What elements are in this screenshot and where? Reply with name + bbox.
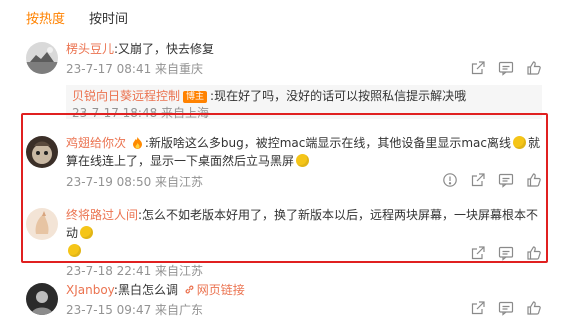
fire-icon <box>132 136 143 149</box>
avatar[interactable] <box>26 283 58 315</box>
comment-icon[interactable] <box>498 172 514 188</box>
comment-item: 终将路过人间:怎么不如老版本好用了，换了新版本以后，远程两块屏幕，一块屏幕根本不… <box>26 206 542 278</box>
comment-item: 鸡翅给你次 :新版啥这么多bug，被控mac端显示在线，其他设备里显示mac离线… <box>26 134 542 190</box>
web-link[interactable]: 网页链接 <box>197 283 245 297</box>
like-icon[interactable] <box>526 172 542 188</box>
reply-box: 贝锐向日葵远程控制 博主:现在好了吗，没好的话可以按照私信提示解决哦 23-7-1… <box>66 85 542 119</box>
share-icon[interactable] <box>470 172 486 188</box>
username[interactable]: 终将路过人间 <box>66 208 138 222</box>
comment-content: :又崩了，快去修复 <box>114 42 215 56</box>
sort-tabs: 按热度 按时间 <box>26 10 128 30</box>
comment-text: XJanboy:黑白怎么调 网页链接 <box>66 281 542 299</box>
tab-time[interactable]: 按时间 <box>89 10 128 30</box>
reply-meta: 23-7-17 18:48 来自上海 <box>72 106 210 119</box>
share-icon[interactable] <box>470 60 486 76</box>
tab-hot[interactable]: 按热度 <box>26 10 65 30</box>
reply-content: :现在好了吗，没好的话可以按照私信提示解决哦 <box>210 89 467 103</box>
emoji-icon <box>296 154 310 167</box>
share-icon[interactable] <box>470 245 486 261</box>
avatar[interactable] <box>26 42 58 74</box>
emoji-icon <box>513 136 527 149</box>
share-icon[interactable] <box>470 300 486 316</box>
avatar[interactable] <box>26 136 58 168</box>
comment-text: 楞头豆儿:又崩了，快去修复 <box>66 40 542 58</box>
username[interactable]: 楞头豆儿 <box>66 42 114 56</box>
reply-username[interactable]: 贝锐向日葵远程控制 <box>72 89 180 103</box>
reply-text: 贝锐向日葵远程控制 博主:现在好了吗，没好的话可以按照私信提示解决哦 <box>72 87 466 105</box>
comment-actions <box>442 172 542 188</box>
comment-icon[interactable] <box>498 245 514 261</box>
emoji-icon <box>68 244 81 257</box>
comment-icon[interactable] <box>498 300 514 316</box>
comment-item: XJanboy:黑白怎么调 网页链接 23-7-15 09:47 来自广东 <box>26 281 542 321</box>
username[interactable]: XJanboy <box>66 283 114 297</box>
comment-content: :新版啥这么多bug，被控mac端显示在线，其他设备里显示mac离线 <box>144 136 512 150</box>
link-icon <box>184 282 195 294</box>
username[interactable]: 鸡翅给你次 <box>66 136 126 150</box>
like-icon[interactable] <box>526 245 542 261</box>
avatar[interactable] <box>26 208 58 240</box>
comment-icon[interactable] <box>498 60 514 76</box>
like-icon[interactable] <box>526 300 542 316</box>
comment-item: 楞头豆儿:又崩了，快去修复 23-7-17 08:41 来自重庆 <box>26 40 542 80</box>
comment-actions <box>470 300 542 316</box>
comment-actions <box>470 60 542 76</box>
emoji-icon <box>80 226 94 239</box>
author-badge: 博主 <box>183 91 208 103</box>
comment-content: :黑白怎么调 <box>113 283 178 297</box>
report-icon[interactable] <box>442 172 458 188</box>
comment-meta: 23-7-18 22:41 来自江苏 <box>66 264 204 278</box>
like-icon[interactable] <box>526 60 542 76</box>
comment-actions <box>470 245 542 261</box>
comment-text: 鸡翅给你次 :新版啥这么多bug，被控mac端显示在线，其他设备里显示mac离线… <box>66 134 542 170</box>
